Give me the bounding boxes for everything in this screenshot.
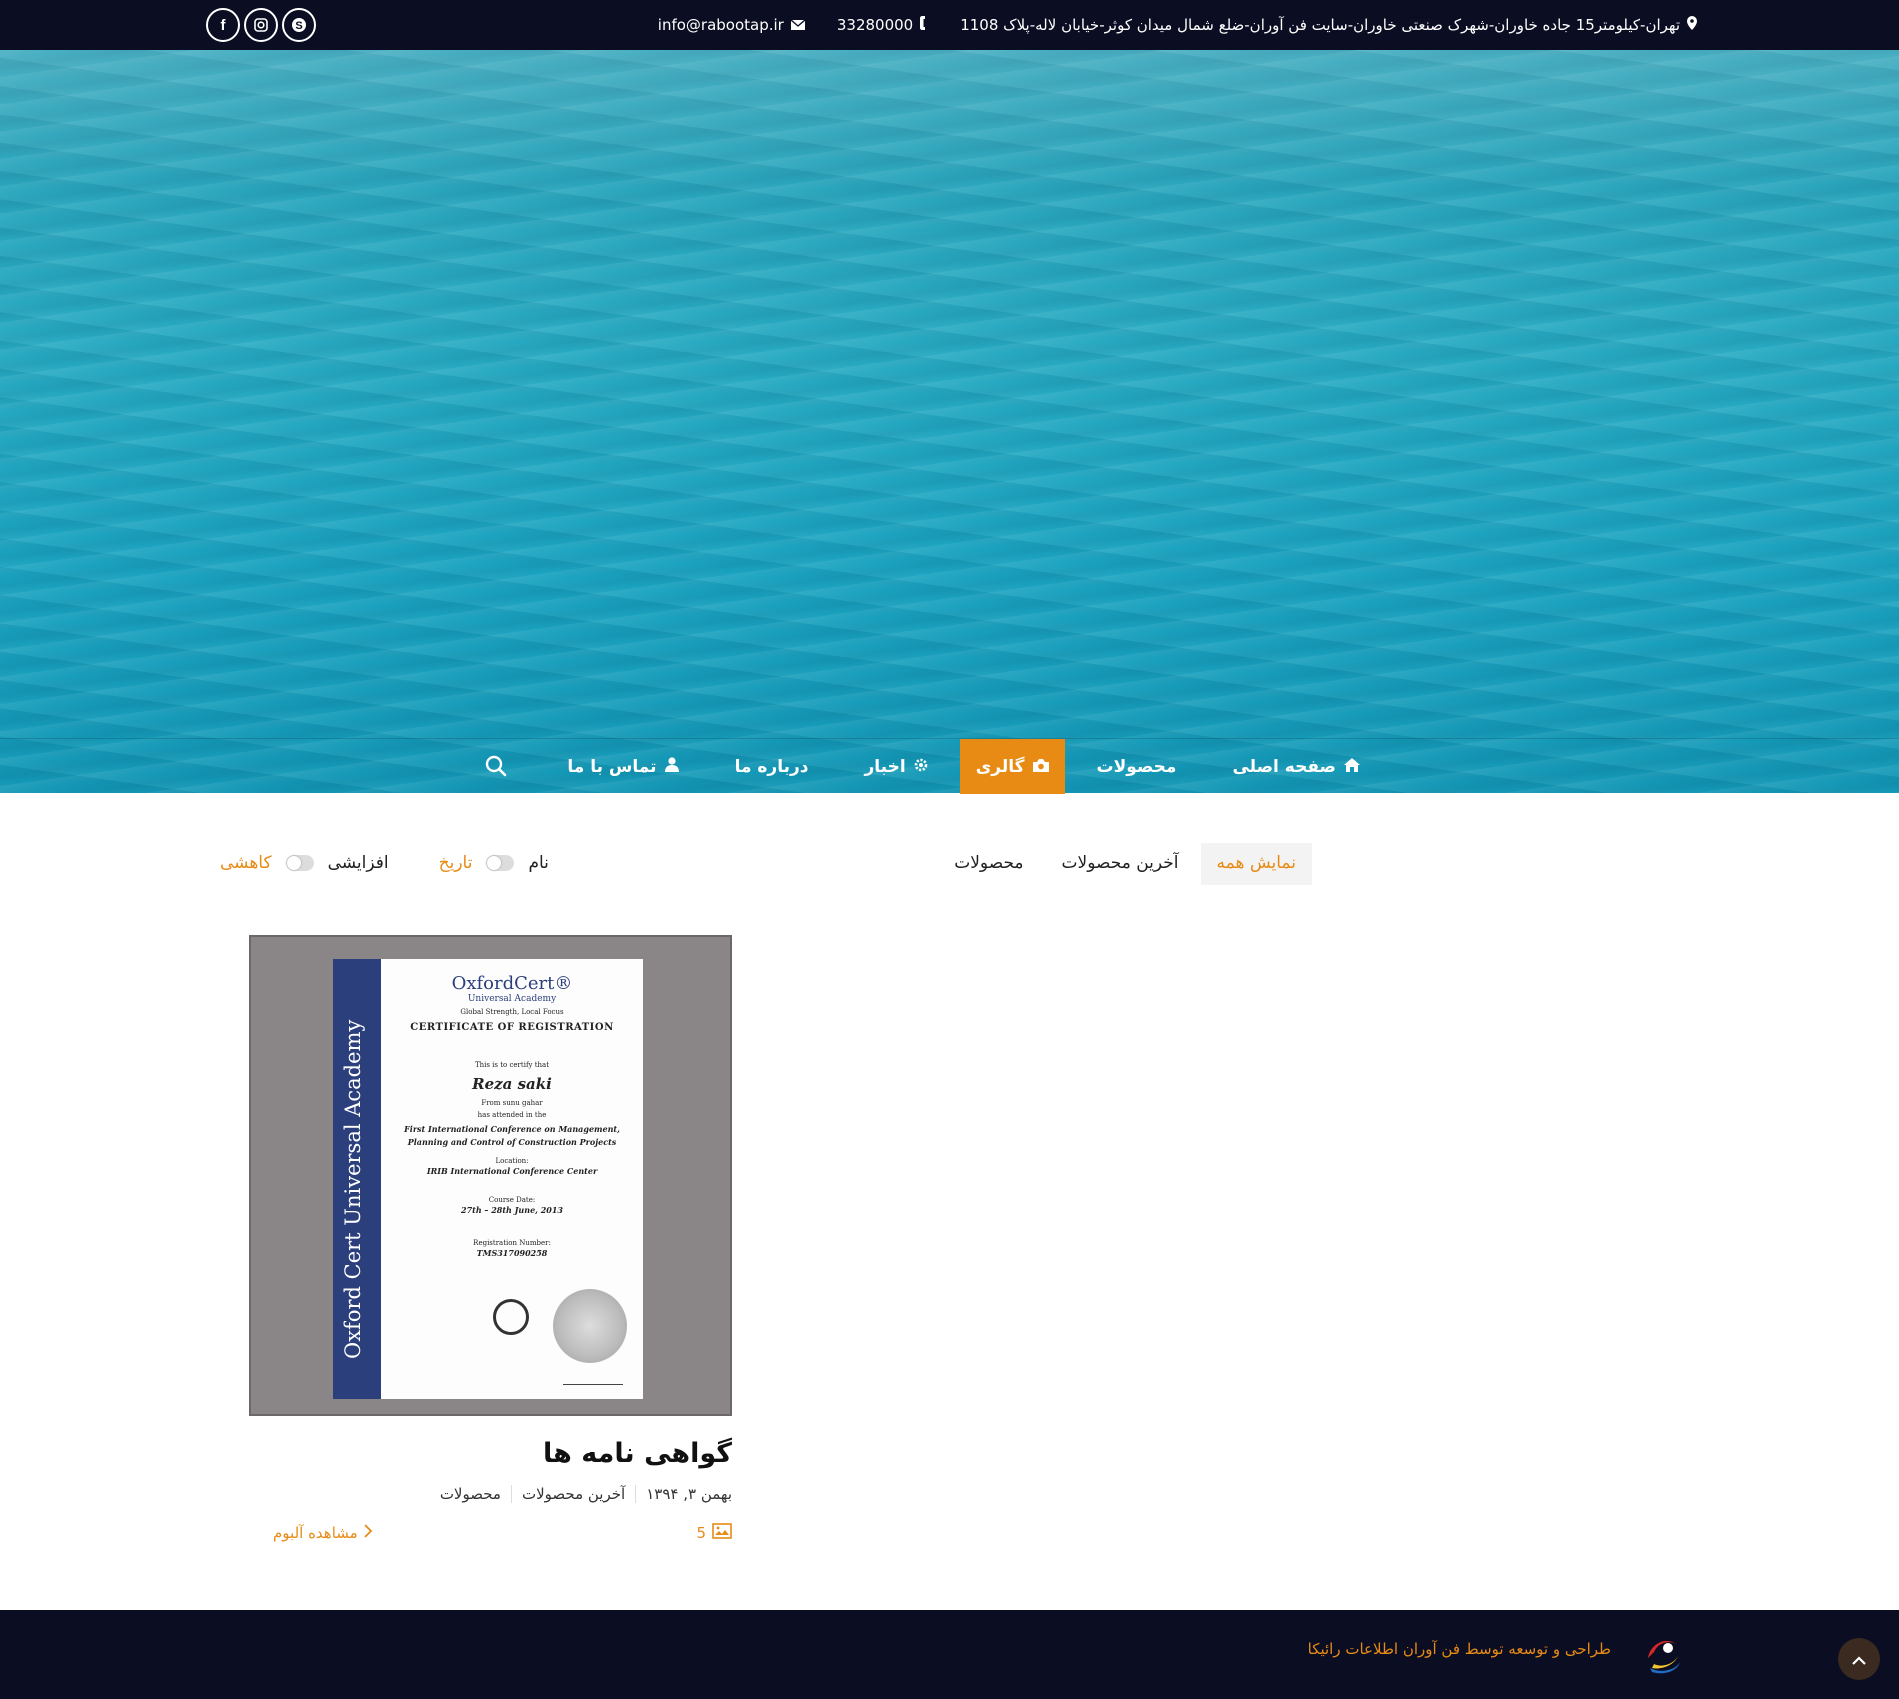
nav-item-contact[interactable]: تماس با ما [543, 739, 702, 794]
chevron-right-icon [364, 1524, 373, 1542]
photo-count-value: 5 [696, 1524, 706, 1542]
search-icon[interactable] [484, 754, 508, 778]
tab-products[interactable]: محصولات [938, 843, 1039, 885]
album-meta: بهمن ۳, ۱۳۹۴ آخرین محصولات محصولات [249, 1485, 732, 1503]
tab-show-all[interactable]: نمایش همه [1200, 843, 1312, 885]
raika-logo [1640, 1630, 1684, 1676]
certificate-seal [553, 1289, 627, 1363]
sort-ascending[interactable]: افزایشی [328, 853, 389, 873]
svg-text:S: S [295, 20, 302, 32]
instagram-icon[interactable] [244, 8, 278, 42]
address-item: تهران-کیلومتر15 جاده خاوران-شهرک صنعتی خ… [960, 16, 1697, 34]
album-title[interactable]: گواهی نامه ها [249, 1438, 732, 1469]
home-icon [1344, 757, 1360, 777]
album-category[interactable]: آخرین محصولات [510, 1485, 635, 1503]
nav-item-label: تماس با ما [567, 756, 657, 777]
back-to-top-button[interactable] [1838, 1638, 1880, 1680]
view-album-label: مشاهده آلبوم [273, 1524, 358, 1542]
user-icon [664, 756, 679, 777]
album-card: Oxford Cert Universal Academy OxfordCert… [249, 935, 732, 1543]
nav-item-label: محصولات [1096, 756, 1177, 777]
nav-item-about[interactable]: درباره ما [711, 739, 833, 794]
certificate-reg-label: Registration Number: [473, 1239, 551, 1247]
certificate-name: Reza saki [472, 1075, 552, 1093]
certificate-band-text: Oxford Cert Universal Academy [341, 1019, 365, 1359]
map-pin-icon [1687, 16, 1697, 34]
view-album-link[interactable]: مشاهده آلبوم [273, 1523, 373, 1543]
skype-icon[interactable]: S [282, 8, 316, 42]
camera-icon [1032, 757, 1049, 777]
album-date: بهمن ۳, ۱۳۹۴ [635, 1485, 732, 1503]
certificate-location-label: Location: [495, 1157, 529, 1165]
address-text: تهران-کیلومتر15 جاده خاوران-شهرک صنعتی خ… [960, 16, 1680, 34]
image-icon [712, 1523, 732, 1543]
certificate-certify: This is to certify that [474, 1061, 550, 1069]
footer: طراحی و توسعه توسط فن آوران اطلاعات رائی… [0, 1610, 1899, 1699]
contact-info: تهران-کیلومتر15 جاده خاوران-شهرک صنعتی خ… [626, 0, 1697, 50]
sort-by-date[interactable]: تاریخ [439, 853, 473, 873]
certificate-date: 27th – 28th June, 2013 [461, 1205, 563, 1215]
phone-item: 33280000 [837, 16, 928, 34]
sort-descending[interactable]: کاهشی [220, 853, 272, 873]
nav-item-gallery[interactable]: گالری [959, 739, 1065, 794]
nav-item-home[interactable]: صفحه اصلی [1208, 739, 1384, 794]
certificate-from: From sunu gahar [481, 1099, 543, 1107]
album-footer: مشاهده آلبوم 5 [249, 1523, 732, 1543]
sort-field-toggle[interactable] [486, 855, 515, 871]
gallery-filter-tabs: نمایش همه آخرین محصولات محصولات [938, 843, 1312, 885]
footer-credit[interactable]: طراحی و توسعه توسط فن آوران اطلاعات رائی… [1308, 1640, 1611, 1658]
certificate-body: OxfordCert® Universal Academy Global Str… [389, 973, 635, 1260]
hero-image [0, 50, 1899, 793]
top-bar: f S تهران-کیلومتر15 جاده خاوران-شهرک صنع… [0, 0, 1899, 50]
certificate-location: IRIB International Conference Center [426, 1166, 598, 1176]
phone-icon [920, 16, 928, 34]
album-thumbnail[interactable]: Oxford Cert Universal Academy OxfordCert… [249, 935, 732, 1416]
hero-highlight [0, 50, 1899, 190]
certificate-reg: TMS317090258 [476, 1248, 548, 1258]
sort-by-name[interactable]: نام [528, 853, 548, 873]
certificate-signature [563, 1369, 623, 1385]
certificate-date-label: Course Date: [488, 1196, 536, 1204]
nav-item-label: اخبار [864, 756, 906, 777]
chevron-up-icon [1852, 1649, 1866, 1670]
phone-text[interactable]: 33280000 [837, 16, 913, 34]
certificate-image: Oxford Cert Universal Academy OxfordCert… [333, 959, 643, 1399]
nav-item-label: صفحه اصلی [1232, 756, 1336, 777]
album-category[interactable]: محصولات [430, 1485, 511, 1503]
global-compact-logo [493, 1299, 529, 1335]
photo-count: 5 [696, 1523, 732, 1543]
email-text[interactable]: info@rabootap.ir [658, 16, 784, 34]
certificate-conference: First International Conference on Manage… [404, 1124, 620, 1147]
certificate-heading: CERTIFICATE OF REGISTRATION [410, 1022, 614, 1033]
email-item: info@rabootap.ir [658, 16, 806, 34]
certificate-academy: Universal Academy [467, 994, 557, 1004]
envelope-icon [790, 16, 806, 34]
certificate-slogan: Global Strength, Local Focus [460, 1008, 564, 1016]
certificate-attended: has attended in the [477, 1111, 547, 1119]
sort-controls: نام تاریخ افزایشی کاهشی [220, 853, 549, 873]
certificate-band: Oxford Cert Universal Academy [333, 959, 381, 1399]
main-nav: صفحه اصلی محصولات گالری اخبار درباره ما … [0, 738, 1899, 794]
gear-icon [914, 757, 928, 777]
tab-latest-products[interactable]: آخرین محصولات [1046, 843, 1195, 885]
sort-order-toggle[interactable] [285, 855, 314, 871]
nav-item-news[interactable]: اخبار [841, 739, 952, 794]
social-links: f S [206, 8, 316, 42]
certificate-brand: OxfordCert® [451, 973, 573, 994]
nav-item-label: درباره ما [734, 756, 809, 777]
nav-item-label: گالری [975, 756, 1025, 777]
nav-item-products[interactable]: محصولات [1073, 739, 1201, 794]
facebook-icon[interactable]: f [206, 8, 240, 42]
